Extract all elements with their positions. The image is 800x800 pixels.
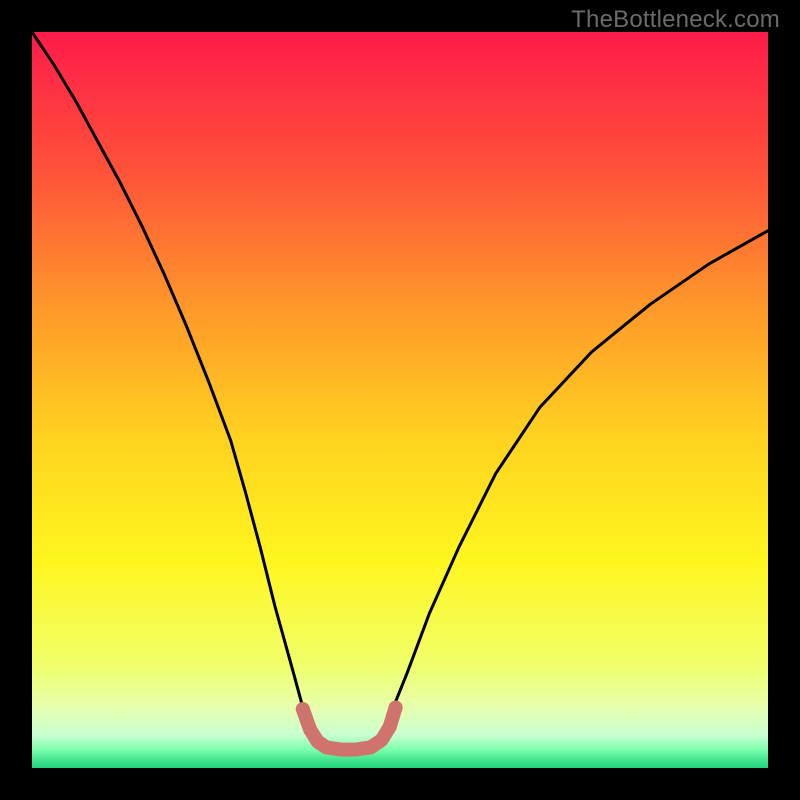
chart-frame: TheBottleneck.com: [0, 0, 800, 800]
watermark-text: TheBottleneck.com: [571, 6, 780, 34]
plot-background: [32, 32, 768, 768]
bottleneck-chart: [0, 0, 800, 800]
